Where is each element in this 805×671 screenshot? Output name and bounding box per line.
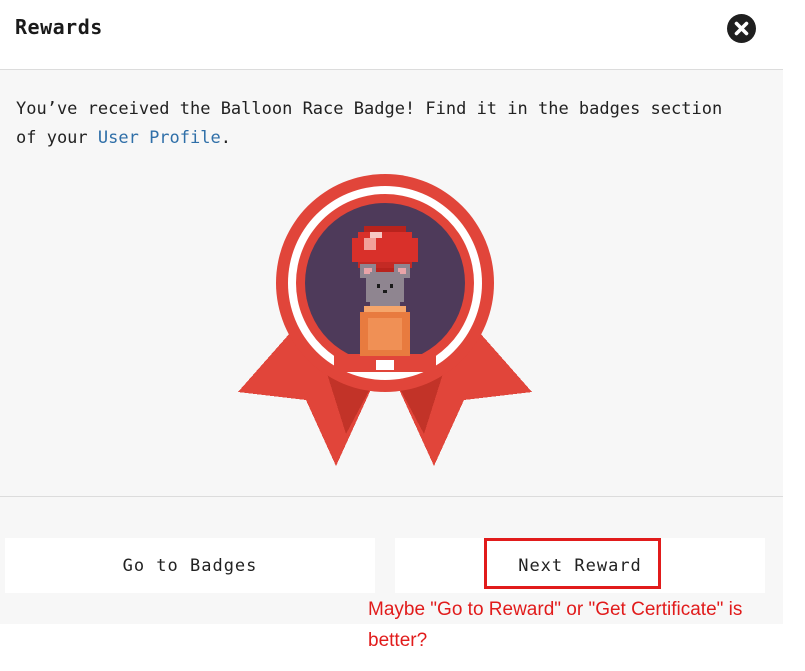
rewards-modal: Rewards You’ve received the Balloon Race… [0,0,783,624]
review-annotation: Maybe "Go to Reward" or "Get Certificate… [368,599,743,651]
close-icon[interactable] [727,14,756,43]
modal-title: Rewards [15,15,103,39]
footer-divider [0,496,783,497]
balloon-race-badge [238,174,532,474]
message-suffix: . [220,128,231,148]
reward-message: You’ve received the Balloon Race Badge! … [16,95,736,153]
balloon-mouse-badge-icon [238,174,532,466]
next-reward-button[interactable]: Next Reward [395,538,765,593]
modal-header: Rewards [0,0,783,70]
go-to-badges-button[interactable]: Go to Badges [5,538,375,593]
user-profile-link[interactable]: User Profile [98,128,221,148]
